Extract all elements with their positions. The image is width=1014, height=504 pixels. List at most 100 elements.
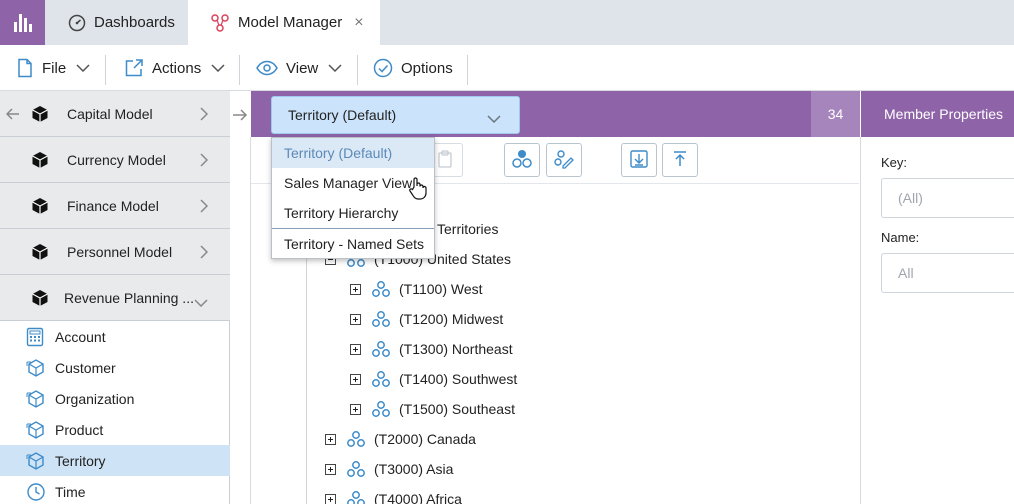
tab-model-manager[interactable]: Model Manager × bbox=[188, 0, 380, 45]
arrow-right-icon[interactable] bbox=[232, 108, 248, 125]
model-label: Revenue Planning ... bbox=[64, 289, 194, 306]
chevron-right-icon bbox=[200, 107, 209, 124]
file-menu[interactable]: File bbox=[16, 45, 90, 91]
calculator-icon bbox=[26, 327, 44, 350]
download-icon bbox=[629, 149, 649, 172]
member-node-icon bbox=[371, 280, 391, 298]
dimension-label: Product bbox=[55, 421, 104, 438]
name-label: Name: bbox=[881, 230, 920, 245]
expand-icon[interactable] bbox=[325, 433, 336, 445]
tree-row-label: (T1500) Southeast bbox=[399, 401, 515, 417]
tree-row-label: (T1200) Midwest bbox=[399, 311, 504, 327]
cube-icon bbox=[31, 289, 49, 310]
expand-icon[interactable] bbox=[350, 403, 361, 415]
tree-row-label: (T3000) Asia bbox=[374, 461, 454, 477]
dimension-time[interactable]: Time bbox=[0, 476, 230, 504]
menu-divider bbox=[467, 55, 468, 85]
hierarchy-select-value: Territory (Default) bbox=[288, 107, 397, 123]
tab-dashboards[interactable]: Dashboards bbox=[52, 0, 188, 45]
model-finance[interactable]: Finance Model bbox=[0, 183, 230, 229]
expand-icon[interactable] bbox=[350, 283, 361, 295]
tree-row[interactable]: (T1500) Southeast bbox=[350, 394, 515, 424]
tree-root-partial[interactable]: Territories bbox=[437, 214, 498, 244]
export-button[interactable] bbox=[662, 143, 698, 177]
member-node-icon bbox=[346, 490, 366, 504]
arrow-left-icon[interactable] bbox=[5, 107, 20, 123]
close-icon[interactable]: × bbox=[354, 14, 363, 32]
dimension-label: Time bbox=[55, 483, 86, 500]
model-label: Personnel Model bbox=[67, 243, 173, 260]
tab-label: Model Manager bbox=[238, 14, 343, 31]
expand-icon[interactable] bbox=[325, 493, 336, 504]
app-logo[interactable] bbox=[0, 0, 45, 45]
tree-row[interactable]: (T2000) Canada bbox=[325, 424, 476, 454]
model-currency[interactable]: Currency Model bbox=[0, 137, 230, 183]
dimension-territory[interactable]: Territory bbox=[0, 445, 230, 476]
chevron-right-icon bbox=[200, 245, 209, 262]
chevron-right-icon bbox=[200, 199, 209, 216]
dimension-organization[interactable]: Organization bbox=[0, 383, 230, 414]
edit-hierarchy-button[interactable] bbox=[546, 143, 582, 177]
file-menu-label: File bbox=[42, 59, 67, 77]
clock-icon bbox=[26, 482, 46, 504]
model-personnel[interactable]: Personnel Model bbox=[0, 229, 230, 275]
tab-label: Dashboards bbox=[94, 14, 175, 31]
tree-row[interactable]: (T3000) Asia bbox=[325, 454, 453, 484]
dimension-cube-icon bbox=[26, 358, 46, 381]
dimension-customer[interactable]: Customer bbox=[0, 352, 230, 383]
model-revenue-planning[interactable]: Revenue Planning ... bbox=[0, 275, 230, 321]
member-properties-header: Member Properties bbox=[860, 91, 1014, 137]
check-circle-icon bbox=[373, 58, 393, 78]
tree-row[interactable]: (T4000) Africa bbox=[325, 484, 462, 504]
member-node-icon bbox=[371, 340, 391, 358]
cube-icon bbox=[31, 151, 49, 172]
cube-icon bbox=[31, 243, 49, 264]
dimension-label: Organization bbox=[55, 390, 135, 407]
hierarchy-icon bbox=[511, 148, 533, 173]
upload-icon bbox=[670, 149, 690, 172]
tree-row[interactable]: (T1300) Northeast bbox=[350, 334, 513, 364]
model-capital[interactable]: Capital Model bbox=[0, 91, 230, 137]
cube-icon bbox=[31, 197, 49, 218]
tree-row[interactable]: (T1100) West bbox=[350, 274, 483, 304]
edit-hierarchy-icon bbox=[553, 148, 575, 173]
view-menu[interactable]: View bbox=[256, 45, 342, 91]
actions-menu[interactable]: Actions bbox=[124, 45, 225, 91]
expand-icon[interactable] bbox=[350, 343, 361, 355]
expand-icon[interactable] bbox=[325, 463, 336, 475]
expand-icon[interactable] bbox=[350, 313, 361, 325]
gauge-icon bbox=[68, 14, 86, 32]
tree-row[interactable]: (T1400) Southwest bbox=[350, 364, 517, 394]
name-field[interactable]: All bbox=[881, 253, 1014, 293]
dropdown-option[interactable]: Territory (Default) bbox=[272, 138, 434, 168]
member-count: 34 bbox=[811, 91, 860, 137]
dimension-account[interactable]: Account bbox=[0, 321, 230, 352]
tree-row[interactable]: (T1200) Midwest bbox=[350, 304, 503, 334]
expand-icon[interactable] bbox=[350, 373, 361, 385]
dimension-product[interactable]: Product bbox=[0, 414, 230, 445]
key-label: Key: bbox=[881, 155, 908, 170]
dimension-cube-icon bbox=[26, 389, 46, 412]
members-button[interactable] bbox=[504, 143, 540, 177]
import-button[interactable] bbox=[621, 143, 657, 177]
model-label: Capital Model bbox=[67, 105, 153, 122]
chevron-down-icon bbox=[328, 64, 342, 72]
tree-row-label: (T1300) Northeast bbox=[399, 341, 513, 357]
chevron-down-icon bbox=[76, 64, 90, 72]
key-field[interactable]: (All) bbox=[881, 178, 1014, 218]
options-menu[interactable]: Options bbox=[373, 45, 453, 91]
menu-bar: File Actions View Options bbox=[0, 45, 1014, 91]
dropdown-option[interactable]: Territory - Named Sets bbox=[272, 229, 434, 259]
eye-icon bbox=[256, 60, 278, 76]
member-node-icon bbox=[346, 460, 366, 478]
options-menu-label: Options bbox=[401, 59, 453, 77]
member-node-icon bbox=[346, 430, 366, 448]
tab-bar: Dashboards Model Manager × bbox=[0, 0, 1014, 45]
menu-divider bbox=[105, 55, 106, 85]
menu-divider bbox=[357, 55, 358, 85]
member-node-icon bbox=[371, 400, 391, 418]
hierarchy-select[interactable]: Territory (Default) bbox=[271, 96, 520, 134]
dimension-label: Account bbox=[55, 328, 106, 345]
model-label: Currency Model bbox=[67, 151, 166, 168]
chevron-down-icon bbox=[211, 64, 225, 72]
